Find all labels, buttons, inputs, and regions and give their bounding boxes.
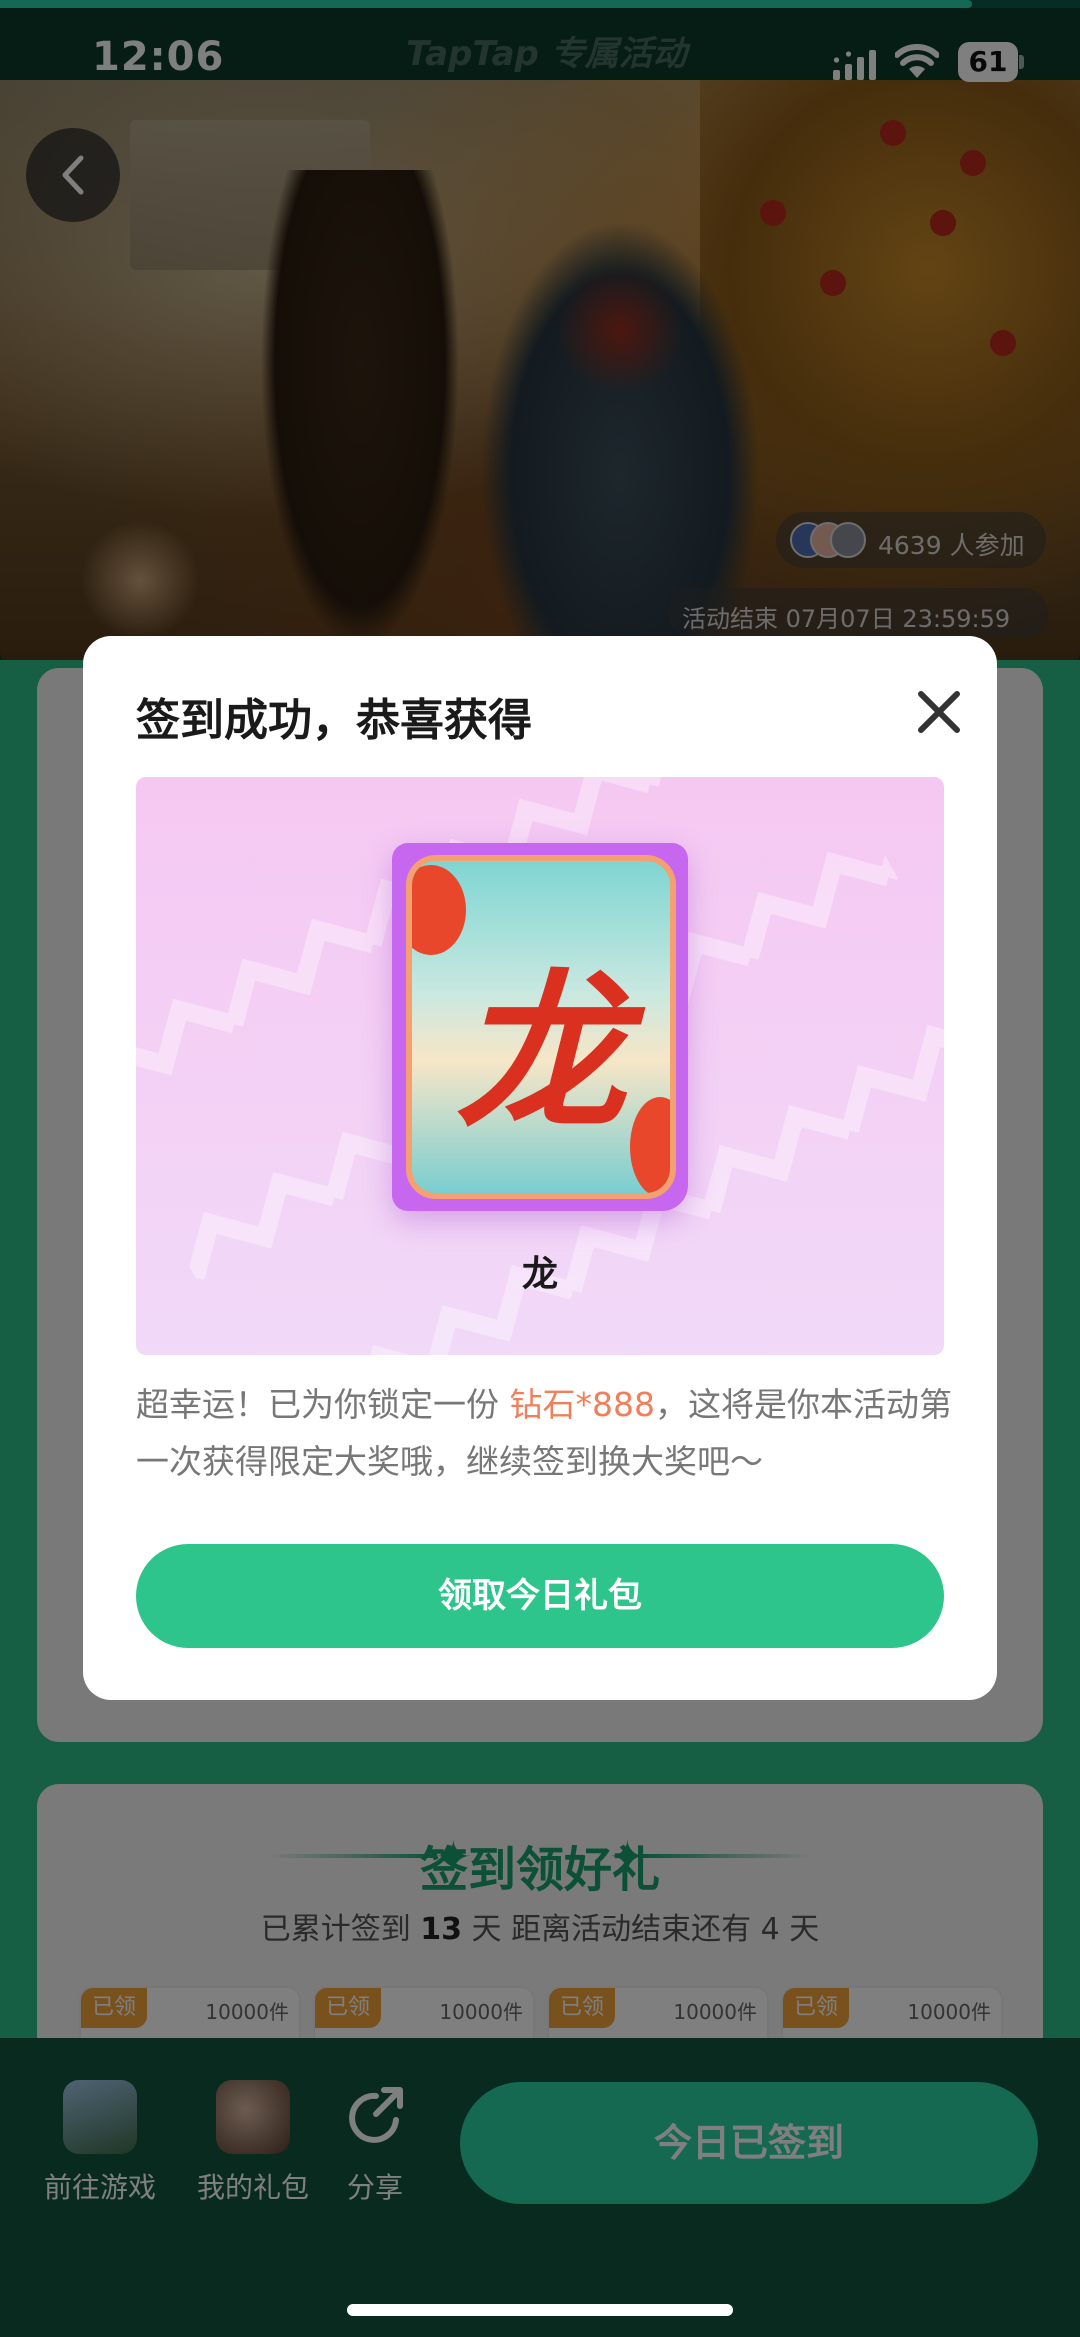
reward-card-glyph: 龙 — [455, 953, 626, 1153]
dialog-title: 签到成功，恭喜获得 — [136, 695, 532, 746]
reward-name: 龙 — [521, 1254, 558, 1295]
claim-gift-button[interactable]: 领取今日礼包 — [136, 1544, 944, 1648]
dialog-message: 超幸运！已为你锁定一份 钻石*888，这将是你本活动第一次获得限定大奖哦，继续签… — [136, 1385, 952, 1481]
reward-dialog: 签到成功，恭喜获得 龙 龙 超幸运！已为你锁定一份 钻石*888，这将是你本活动… — [83, 636, 997, 1700]
reward-card-art: 龙 — [406, 855, 676, 1199]
reward-card: 龙 — [392, 843, 688, 1211]
close-icon[interactable] — [913, 686, 965, 738]
home-indicator[interactable] — [347, 2304, 733, 2316]
prize-highlight: 钻石*888 — [509, 1385, 656, 1424]
reward-panel: 龙 龙 — [136, 777, 944, 1355]
